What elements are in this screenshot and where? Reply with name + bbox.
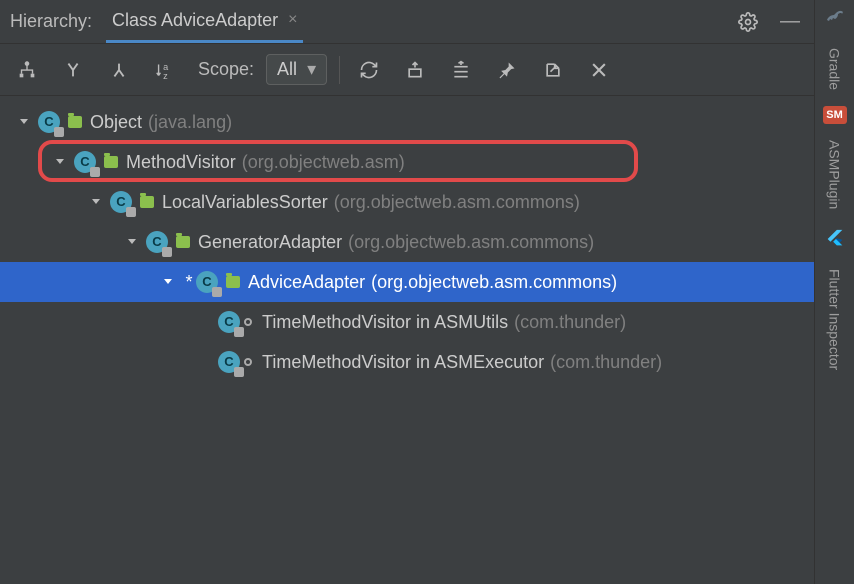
gradle-icon[interactable] (821, 4, 849, 32)
hierarchy-title: Hierarchy: (10, 11, 92, 32)
tree-row[interactable]: C TimeMethodVisitor in ASMUtils (com.thun… (0, 302, 814, 342)
node-name: LocalVariablesSorter (162, 183, 328, 221)
expander-icon[interactable] (90, 196, 110, 208)
scope-select[interactable]: All ▾ (266, 54, 327, 85)
close-tab-icon[interactable]: × (288, 11, 297, 29)
node-package: (org.objectweb.asm) (242, 143, 405, 181)
asterisk-marker: * (182, 263, 196, 301)
node-package: (java.lang) (148, 103, 232, 141)
autoscroll-source-icon[interactable] (398, 53, 432, 87)
refresh-icon[interactable] (352, 53, 386, 87)
package-icon (176, 236, 190, 248)
node-name: AdviceAdapter (248, 263, 365, 301)
pin-icon[interactable] (490, 53, 524, 87)
sidebar-tab-gradle[interactable]: Gradle (825, 44, 845, 94)
bullet-icon (244, 358, 252, 366)
divider (339, 56, 340, 84)
tree-row[interactable]: C Object (java.lang) (0, 102, 814, 142)
class-icon: C (110, 191, 132, 213)
class-icon: C (146, 231, 168, 253)
tab-label: Class AdviceAdapter (112, 10, 278, 31)
expander-icon[interactable] (162, 276, 182, 288)
chevron-down-icon: ▾ (307, 59, 316, 80)
package-icon (140, 196, 154, 208)
asm-icon[interactable]: SM (823, 106, 847, 124)
node-package: (com.thunder) (550, 343, 662, 381)
scope-value: All (277, 59, 297, 80)
class-hierarchy-icon[interactable] (10, 53, 44, 87)
node-name: GeneratorAdapter (198, 223, 342, 261)
node-package: (org.objectweb.asm.commons) (371, 263, 617, 301)
right-tool-strip: Gradle SM ASMPlugin Flutter Inspector (814, 0, 854, 584)
node-name: Object (90, 103, 142, 141)
tree-row[interactable]: C TimeMethodVisitor in ASMExecutor (com.t… (0, 342, 814, 382)
supertypes-icon[interactable] (56, 53, 90, 87)
expander-icon[interactable] (54, 156, 74, 168)
package-icon (104, 156, 118, 168)
package-icon (68, 116, 82, 128)
tree-row[interactable]: C MethodVisitor (org.objectweb.asm) (0, 142, 814, 182)
toolbar: az Scope: All ▾ (0, 44, 814, 96)
tree-row[interactable]: C LocalVariablesSorter (org.objectweb.asm… (0, 182, 814, 222)
main-panel: Hierarchy: Class AdviceAdapter × — az Sc… (0, 0, 814, 584)
expander-icon[interactable] (18, 116, 38, 128)
expand-all-icon[interactable] (444, 53, 478, 87)
tab-bar: Hierarchy: Class AdviceAdapter × — (0, 0, 814, 44)
class-icon: C (218, 351, 240, 373)
tree-row[interactable]: C GeneratorAdapter (org.objectweb.asm.com… (0, 222, 814, 262)
gear-icon[interactable] (734, 12, 762, 32)
export-icon[interactable] (536, 53, 570, 87)
bullet-icon (244, 318, 252, 326)
expander-icon[interactable] (126, 236, 146, 248)
scope-label: Scope: (198, 59, 254, 80)
svg-text:z: z (163, 71, 168, 81)
sidebar-tab-flutter[interactable]: Flutter Inspector (825, 265, 845, 374)
node-package: (com.thunder) (514, 303, 626, 341)
minimize-icon[interactable]: — (776, 10, 804, 33)
flutter-icon[interactable] (821, 225, 849, 253)
class-icon: C (196, 271, 218, 293)
class-icon: C (38, 111, 60, 133)
node-name: TimeMethodVisitor in ASMUtils (262, 303, 508, 341)
node-package: (org.objectweb.asm.commons) (348, 223, 594, 261)
close-icon[interactable] (582, 53, 616, 87)
node-package: (org.objectweb.asm.commons) (334, 183, 580, 221)
sort-alpha-icon[interactable]: az (148, 53, 182, 87)
class-icon: C (218, 311, 240, 333)
package-icon (226, 276, 240, 288)
hierarchy-tree[interactable]: C Object (java.lang) C MethodVisitor (org.o… (0, 96, 814, 584)
node-name: TimeMethodVisitor in ASMExecutor (262, 343, 544, 381)
sidebar-tab-asmplugin[interactable]: ASMPlugin (825, 136, 845, 213)
tab-advice-adapter[interactable]: Class AdviceAdapter × (106, 0, 303, 43)
node-name: MethodVisitor (126, 143, 236, 181)
subtypes-icon[interactable] (102, 53, 136, 87)
class-icon: C (74, 151, 96, 173)
tree-row[interactable]: *C AdviceAdapter (org.objectweb.asm.commo… (0, 262, 814, 302)
